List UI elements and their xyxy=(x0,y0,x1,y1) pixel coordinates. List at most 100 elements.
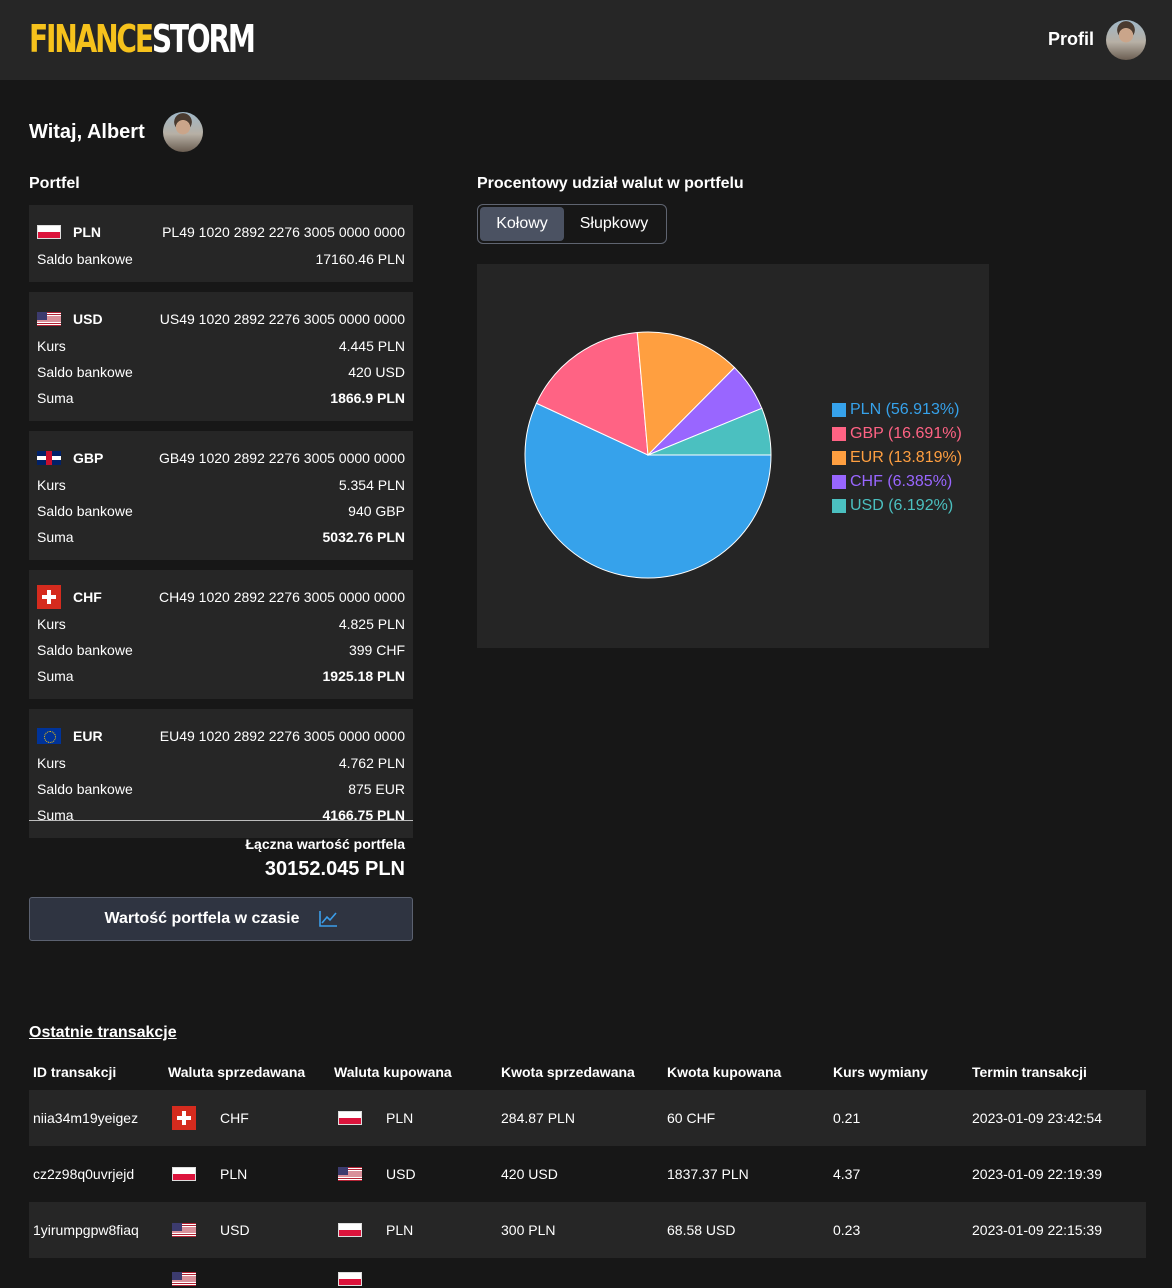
legend-label: PLN (56.913%) xyxy=(850,401,960,418)
table-row[interactable]: niia34m19yeigez CHF PLN 284.87 PLN 60 CH… xyxy=(29,1090,1146,1146)
tx-sold-amount: 420 USD xyxy=(501,1166,558,1182)
sum-label: Suma xyxy=(37,668,74,684)
usa-flag-icon xyxy=(338,1167,362,1181)
sum-value: 1866.9 PLN xyxy=(330,390,405,406)
chart-legend: PLN (56.913%) GBP (16.691%) EUR (13.819%) C… xyxy=(832,398,962,518)
legend-item-chf[interactable]: CHF (6.385%) xyxy=(832,470,962,494)
poland-flag-icon xyxy=(338,1111,362,1125)
transactions-table: ID transakcji Waluta sprzedawana Waluta … xyxy=(29,1053,1146,1288)
rate-value: 4.762 PLN xyxy=(338,755,405,771)
total-label: Łączna wartość portfela xyxy=(245,836,406,852)
col-bought-amount: Kwota kupowana xyxy=(667,1063,782,1080)
logo-part-storm: STORM xyxy=(151,17,256,61)
tx-date: 2023-01-09 22:15:39 xyxy=(972,1222,1102,1238)
account-iban: US49 1020 2892 2276 3005 0000 0000 xyxy=(159,311,405,327)
usa-flag-icon xyxy=(172,1223,196,1237)
poland-flag-icon xyxy=(338,1272,362,1286)
col-sold-amount: Kwota sprzedawana xyxy=(501,1063,635,1080)
balance-value: 399 CHF xyxy=(348,642,405,658)
tx-bought-amount: 68.58 USD xyxy=(667,1222,736,1238)
tx-rate: 4.37 xyxy=(833,1166,861,1182)
chart-type-toggle: Kołowy Słupkowy xyxy=(477,204,667,244)
portfolio-history-button[interactable]: Wartość portfela w czasie xyxy=(29,897,413,941)
eu-flag-icon xyxy=(37,728,61,744)
balance-value: 420 USD xyxy=(348,364,405,380)
tx-sold-currency: PLN xyxy=(220,1166,248,1182)
rate-label: Kurs xyxy=(37,755,66,771)
col-date: Termin transakcji xyxy=(972,1063,1087,1080)
rate-value: 5.354 PLN xyxy=(338,477,405,493)
account-card-chf: CHF CH49 1020 2892 2276 3005 0000 0000 K… xyxy=(29,570,413,699)
table-row[interactable] xyxy=(29,1258,1146,1288)
line-chart-icon xyxy=(318,911,337,927)
sum-value: 5032.76 PLN xyxy=(322,529,406,545)
uk-flag-icon xyxy=(37,451,61,465)
table-row[interactable]: cz2z98q0uvrjejd PLN USD 420 USD 1837.37 … xyxy=(29,1146,1146,1202)
total-divider xyxy=(29,820,413,821)
legend-swatch xyxy=(832,475,846,489)
account-iban: EU49 1020 2892 2276 3005 0000 0000 xyxy=(159,728,405,744)
tx-sold-amount: 284.87 PLN xyxy=(501,1110,575,1126)
legend-label: GBP (16.691%) xyxy=(850,425,962,442)
account-card-usd: USD US49 1020 2892 2276 3005 0000 0000 K… xyxy=(29,292,413,421)
portfolio-list: PLN PL49 1020 2892 2276 3005 0000 0000 S… xyxy=(29,205,413,848)
balance-label: Saldo bankowe xyxy=(37,642,133,658)
account-iban: PL49 1020 2892 2276 3005 0000 0000 xyxy=(162,224,405,240)
tx-id: 1yirumpgpw8fiaq xyxy=(33,1222,139,1238)
legend-label: CHF (6.385%) xyxy=(850,473,953,490)
account-currency: CHF xyxy=(73,589,102,605)
balance-value: 875 EUR xyxy=(348,781,405,797)
tx-bought-currency: PLN xyxy=(386,1222,414,1238)
balance-label: Saldo bankowe xyxy=(37,781,133,797)
portfolio-history-label: Wartość portfela w czasie xyxy=(104,910,300,927)
legend-swatch xyxy=(832,403,846,417)
balance-label: Saldo bankowe xyxy=(37,364,133,380)
usa-flag-icon xyxy=(172,1272,196,1286)
account-card-gbp: GBP GB49 1020 2892 2276 3005 0000 0000 K… xyxy=(29,431,413,560)
col-id: ID transakcji xyxy=(33,1063,117,1080)
sum-value: 1925.18 PLN xyxy=(322,668,406,684)
rate-label: Kurs xyxy=(37,338,66,354)
table-header: ID transakcji Waluta sprzedawana Waluta … xyxy=(29,1053,1146,1090)
account-card-eur: EUR EU49 1020 2892 2276 3005 0000 0000 K… xyxy=(29,709,413,838)
tx-sold-amount: 300 PLN xyxy=(501,1222,556,1238)
rate-value: 4.825 PLN xyxy=(338,616,405,632)
legend-item-pln[interactable]: PLN (56.913%) xyxy=(832,398,962,422)
profile-link[interactable]: Profil xyxy=(1048,29,1094,50)
logo-part-finance: FINANCE xyxy=(29,17,154,61)
account-currency: USD xyxy=(73,311,103,327)
tx-date: 2023-01-09 23:42:54 xyxy=(972,1110,1102,1126)
legend-swatch xyxy=(832,451,846,465)
total-value: 30152.045 PLN xyxy=(264,858,405,880)
profile-avatar[interactable] xyxy=(1106,20,1146,60)
toggle-bar[interactable]: Słupkowy xyxy=(564,207,664,241)
toggle-pie[interactable]: Kołowy xyxy=(480,207,564,241)
portfolio-title: Portfel xyxy=(29,175,80,192)
account-currency: PLN xyxy=(73,224,101,240)
recent-transactions-link[interactable]: Ostatnie transakcje xyxy=(29,1024,177,1042)
tx-rate: 0.23 xyxy=(833,1222,861,1238)
legend-label: USD (6.192%) xyxy=(850,497,954,514)
rate-value: 4.445 PLN xyxy=(338,338,405,354)
legend-swatch xyxy=(832,499,846,513)
account-currency: EUR xyxy=(73,728,103,744)
financestorm-logo[interactable]: FINANCESTORM xyxy=(29,17,256,61)
legend-item-usd[interactable]: USD (6.192%) xyxy=(832,494,962,518)
account-iban: GB49 1020 2892 2276 3005 0000 0000 xyxy=(158,450,405,466)
tx-date: 2023-01-09 22:19:39 xyxy=(972,1166,1102,1182)
legend-item-eur[interactable]: EUR (13.819%) xyxy=(832,446,962,470)
legend-item-gbp[interactable]: GBP (16.691%) xyxy=(832,422,962,446)
tx-id: cz2z98q0uvrjejd xyxy=(33,1166,135,1182)
user-avatar xyxy=(163,112,203,152)
legend-label: EUR (13.819%) xyxy=(850,449,963,466)
pie-chart-panel: PLN (56.913%) GBP (16.691%) EUR (13.819%) C… xyxy=(477,264,989,648)
tx-sold-currency: USD xyxy=(220,1222,250,1238)
tx-id: niia34m19yeigez xyxy=(33,1110,139,1126)
poland-flag-icon xyxy=(37,225,61,239)
rate-label: Kurs xyxy=(37,477,66,493)
top-navbar: FINANCESTORM Profil xyxy=(0,0,1172,80)
rate-label: Kurs xyxy=(37,616,66,632)
chart-title: Procentowy udział walut w portfelu xyxy=(477,175,744,192)
balance-label: Saldo bankowe xyxy=(37,503,133,519)
table-row[interactable]: 1yirumpgpw8fiaq USD PLN 300 PLN 68.58 US… xyxy=(29,1202,1146,1258)
